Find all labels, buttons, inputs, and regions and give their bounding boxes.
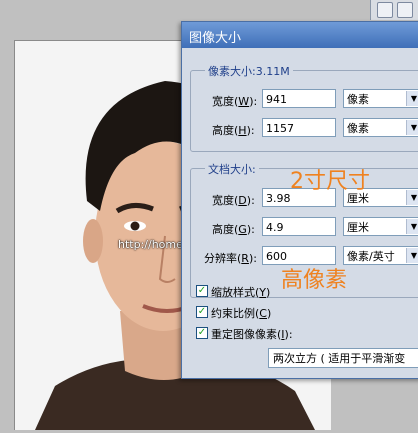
doc-height-label: 高度(G): [212, 223, 255, 236]
chevron-down-icon: ▼ [406, 219, 418, 234]
image-size-dialog: 图像大小 像素大小:3.11M 宽度(W): 941 像素 ▼ 高度(H): 11… [181, 21, 418, 379]
pixel-width-unit-select[interactable]: 像素 ▼ [343, 89, 418, 108]
pixel-dimensions-label: 像素大小:3.11M [205, 63, 293, 79]
resample-checkbox[interactable]: ✓ [196, 327, 208, 339]
pixel-height-input[interactable]: 1157 [262, 118, 336, 137]
chevron-down-icon: ▼ [406, 91, 418, 106]
resolution-unit-select[interactable]: 像素/英寸 ▼ [343, 246, 418, 265]
tool-strip [370, 0, 418, 20]
dialog-title: 图像大小 [189, 31, 242, 46]
chevron-down-icon: ▼ [406, 248, 418, 263]
constrain-proportions-label: 约束比例(C) [211, 307, 272, 320]
constrain-proportions-checkbox[interactable]: ✓ [196, 306, 208, 318]
pixel-height-label: 高度(H): [212, 124, 255, 137]
doc-width-label: 宽度(D): [212, 194, 255, 207]
pixel-width-label: 宽度(W): [212, 95, 258, 108]
doc-height-unit-select[interactable]: 厘米 ▼ [343, 217, 418, 236]
pixel-height-unit-select[interactable]: 像素 ▼ [343, 118, 418, 137]
chevron-down-icon: ▼ [406, 120, 418, 135]
annotation-pixel-text: 高像素 [281, 268, 348, 293]
resolution-label: 分辨率(R): [204, 252, 257, 265]
annotation-size-text: 2寸尺寸 [290, 169, 370, 194]
doc-height-input[interactable]: 4.9 [262, 217, 336, 236]
resample-method-select[interactable]: 两次立方 ( 适用于平滑渐变 [268, 348, 418, 368]
tool-icon[interactable] [377, 2, 393, 18]
resample-label: 重定图像像素(I): [211, 328, 293, 341]
pixel-dimensions-group: 像素大小:3.11M [190, 63, 418, 152]
document-size-label: 文档大小: [205, 161, 259, 177]
tool-icon[interactable] [397, 2, 413, 18]
chevron-down-icon: ▼ [406, 190, 418, 205]
scale-styles-checkbox[interactable]: ✓ [196, 285, 208, 297]
pixel-width-input[interactable]: 941 [262, 89, 336, 108]
scale-styles-label: 缩放样式(Y) [211, 286, 271, 299]
dialog-titlebar[interactable]: 图像大小 [182, 22, 418, 48]
